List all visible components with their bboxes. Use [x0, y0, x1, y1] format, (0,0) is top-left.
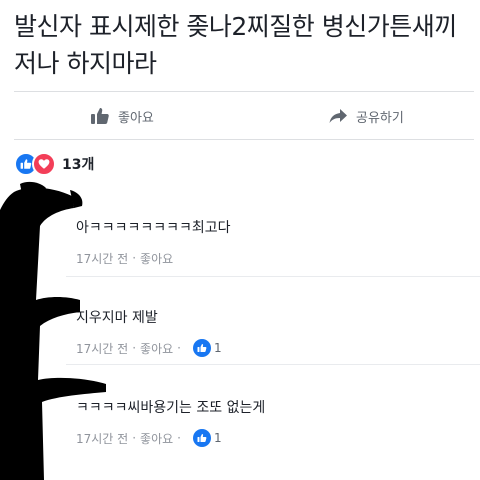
comment-like-count[interactable]: 1 — [214, 341, 222, 355]
like-button[interactable]: 좋아요 — [90, 104, 154, 128]
like-button-label: 좋아요 — [118, 110, 154, 126]
meta-separator: · — [177, 341, 181, 355]
facebook-post-screen: 발신자 표시제한 좆나2찌질한 병신가튼새끼 저나 하지마라 좋아요 공유하기 — [0, 0, 480, 480]
comment-item: 지우지마 제발 17시간 전 · 좋아요 · 1 — [76, 308, 476, 358]
comment-like-link[interactable]: 좋아요 — [140, 250, 173, 267]
reaction-summary[interactable]: 13개 — [14, 152, 94, 176]
comment-item: ㅋㅋㅋㅋ씨바용기는 조또 없는게 17시간 전 · 좋아요 · 1 — [76, 398, 476, 448]
reaction-count: 13개 — [62, 157, 95, 173]
share-arrow-icon — [328, 106, 348, 126]
post-action-bar: 좋아요 공유하기 — [0, 92, 480, 139]
meta-separator: · — [177, 431, 181, 445]
share-button[interactable]: 공유하기 — [328, 104, 404, 128]
divider-bottom — [14, 139, 474, 140]
comment-meta: 17시간 전 · 좋아요 · 1 — [76, 428, 476, 448]
comment-item: 아ㅋㅋㅋㅋㅋㅋㅋㅋ최고다 17시간 전 · 좋아요 — [76, 218, 476, 268]
comment-text: ㅋㅋㅋㅋ씨바용기는 조또 없는게 — [76, 400, 266, 416]
meta-separator: · — [132, 431, 137, 445]
meta-separator: · — [132, 341, 137, 355]
comment-divider — [66, 276, 480, 277]
comment-like-link[interactable]: 좋아요 — [140, 340, 173, 357]
thumbs-up-icon — [90, 106, 110, 126]
comment-meta: 17시간 전 · 좋아요 — [76, 248, 476, 268]
comment-like-link[interactable]: 좋아요 — [140, 430, 173, 447]
comment-text: 지우지마 제발 — [76, 310, 158, 326]
like-icon — [193, 429, 211, 447]
comment-meta: 17시간 전 · 좋아요 · 1 — [76, 338, 476, 358]
like-icon — [193, 339, 211, 357]
post-body-text: 발신자 표시제한 좆나2찌질한 병신가튼새끼 저나 하지마라 — [14, 12, 457, 78]
meta-separator: · — [132, 251, 137, 265]
comment-like-count[interactable]: 1 — [214, 431, 222, 445]
share-button-label: 공유하기 — [356, 110, 404, 126]
comment-text: 아ㅋㅋㅋㅋㅋㅋㅋㅋ최고다 — [76, 220, 231, 236]
redaction-scribble — [0, 181, 106, 480]
comment-divider — [66, 364, 480, 365]
heart-icon — [32, 152, 56, 176]
